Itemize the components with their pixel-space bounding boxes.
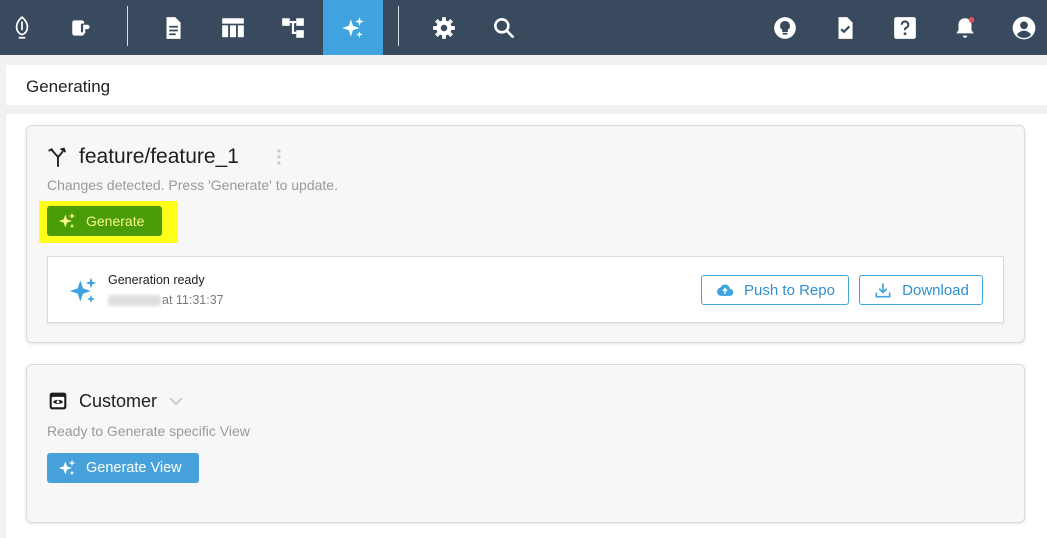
nav-diagram[interactable]	[263, 0, 323, 55]
sparkles-icon	[66, 274, 100, 308]
app-logo[interactable]	[0, 0, 52, 55]
generate-view-label: Generate View	[86, 460, 182, 476]
api-project-icon	[72, 19, 92, 36]
user-icon	[1012, 16, 1036, 39]
sparkles-icon	[58, 459, 76, 476]
generate-view-button[interactable]: Generate View	[47, 453, 199, 483]
search-icon	[494, 17, 514, 38]
nav-tables[interactable]	[203, 0, 263, 55]
sparkles-icon	[342, 16, 364, 38]
lightbulb-icon	[774, 16, 796, 39]
document-icon	[166, 16, 181, 39]
download-button[interactable]: Download	[859, 275, 983, 305]
chevron-down-icon[interactable]	[168, 393, 184, 409]
diagram-icon	[282, 17, 304, 38]
help-icon	[894, 16, 916, 39]
app-logo-icon	[15, 15, 29, 39]
top-navigation-bar	[0, 0, 1047, 55]
nav-api-project[interactable]	[52, 0, 112, 55]
more-options-icon[interactable]	[273, 148, 285, 166]
gear-icon	[433, 16, 455, 39]
nav-search[interactable]	[474, 0, 534, 55]
generation-status: Generation ready	[108, 273, 205, 287]
branch-title: feature/feature_1	[79, 145, 239, 168]
push-to-repo-label: Push to Repo	[744, 281, 835, 299]
nav-notifications[interactable]	[935, 0, 995, 55]
branch-status-text: Changes detected. Press 'Generate' to up…	[47, 177, 338, 193]
generate-button[interactable]: Generate	[47, 206, 162, 236]
nav-divider	[398, 6, 399, 46]
notification-badge-icon	[968, 16, 975, 23]
view-eye-icon	[48, 391, 68, 411]
nav-tasks[interactable]	[815, 0, 875, 55]
nav-tips[interactable]	[755, 0, 815, 55]
bell-icon	[956, 16, 975, 38]
nav-settings[interactable]	[414, 0, 474, 55]
download-label: Download	[902, 281, 969, 299]
view-card: Customer Ready to Generate specific View	[26, 364, 1025, 523]
nav-user-account[interactable]	[994, 0, 1047, 55]
nav-divider	[127, 6, 128, 46]
redacted-date	[108, 295, 161, 306]
branch-icon	[47, 146, 69, 168]
cloud-upload-icon	[717, 284, 734, 296]
page-header: Generating	[6, 65, 1047, 105]
page-title: Generating	[26, 77, 111, 96]
view-status-text: Ready to Generate specific View	[47, 423, 250, 439]
sparkles-icon	[58, 212, 76, 229]
generation-time: at 11:31:37	[162, 293, 224, 307]
nav-help[interactable]	[875, 0, 935, 55]
push-to-repo-button[interactable]: Push to Repo	[701, 275, 849, 305]
download-icon	[875, 283, 891, 298]
nav-generate[interactable]	[323, 0, 383, 55]
file-check-icon	[838, 16, 853, 39]
table-icon	[222, 17, 244, 37]
nav-documents[interactable]	[143, 0, 203, 55]
view-title: Customer	[79, 391, 158, 411]
generate-button-label: Generate	[86, 213, 145, 229]
